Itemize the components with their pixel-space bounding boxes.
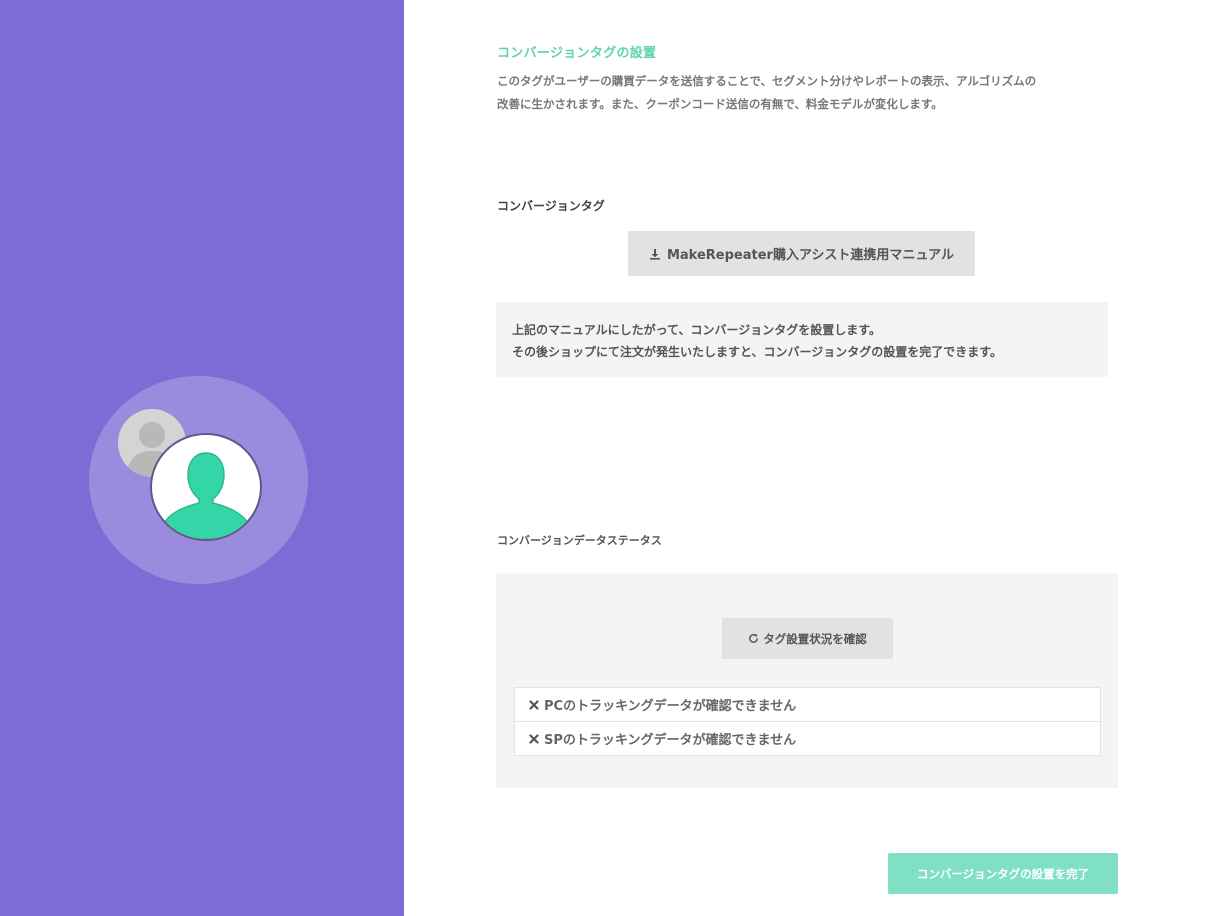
intro-line: このタグがユーザーの購買データを送信することで、セグメント分けやレポートの表示、…: [497, 74, 1037, 88]
list-item: PCのトラッキングデータが確認できません: [515, 688, 1100, 721]
status-section-label: コンバージョンデータステータス: [497, 534, 662, 547]
close-icon: [529, 733, 539, 744]
page: コンバージョンタグの設置 このタグがユーザーの購買データを送信することで、セグメ…: [0, 0, 1214, 916]
instruction-note: 上記のマニュアルにしたがって、コンバージョンタグを設置します。 その後ショップに…: [496, 302, 1108, 377]
sidebar-panel: [0, 0, 404, 916]
download-icon: [649, 248, 661, 260]
page-title: コンバージョンタグの設置: [497, 46, 657, 61]
check-tag-status-button[interactable]: タグ設置状況を確認: [722, 618, 893, 659]
main-content: コンバージョンタグの設置 このタグがユーザーの購買データを送信することで、セグメ…: [404, 0, 1214, 916]
status-text: SPのトラッキングデータが確認できません: [544, 733, 797, 748]
download-manual-label: MakeRepeater購入アシスト連携用マニュアル: [666, 248, 955, 263]
close-icon: [529, 699, 539, 710]
note-line: 上記のマニュアルにしたがって、コンバージョンタグを設置します。: [512, 323, 882, 337]
status-panel: タグ設置状況を確認 PCのトラッキングデータが確認できません SPのトラッキング…: [496, 573, 1118, 788]
list-item: SPのトラッキングデータが確認できません: [515, 721, 1100, 755]
refresh-icon: [748, 633, 759, 644]
tracking-status-list: PCのトラッキングデータが確認できません SPのトラッキングデータが確認できませ…: [514, 687, 1101, 756]
intro-description: このタグがユーザーの購買データを送信することで、セグメント分けやレポートの表示、…: [497, 70, 1137, 116]
status-text: PCのトラッキングデータが確認できません: [544, 699, 797, 714]
download-manual-button[interactable]: MakeRepeater購入アシスト連携用マニュアル: [628, 231, 975, 276]
note-line: その後ショップにて注文が発生いたしますと、コンバージョンタグの設置を完了できます…: [512, 345, 1003, 359]
complete-setup-button[interactable]: コンバージョンタグの設置を完了: [888, 853, 1118, 894]
intro-line: 改善に生かされます。また、クーポンコード送信の有無で、料金モデルが変化します。: [497, 97, 943, 111]
conversion-tag-label: コンバージョンタグ: [497, 199, 605, 213]
check-tag-status-label: タグ設置状況を確認: [763, 631, 867, 646]
user-avatar-icon: [150, 433, 262, 541]
